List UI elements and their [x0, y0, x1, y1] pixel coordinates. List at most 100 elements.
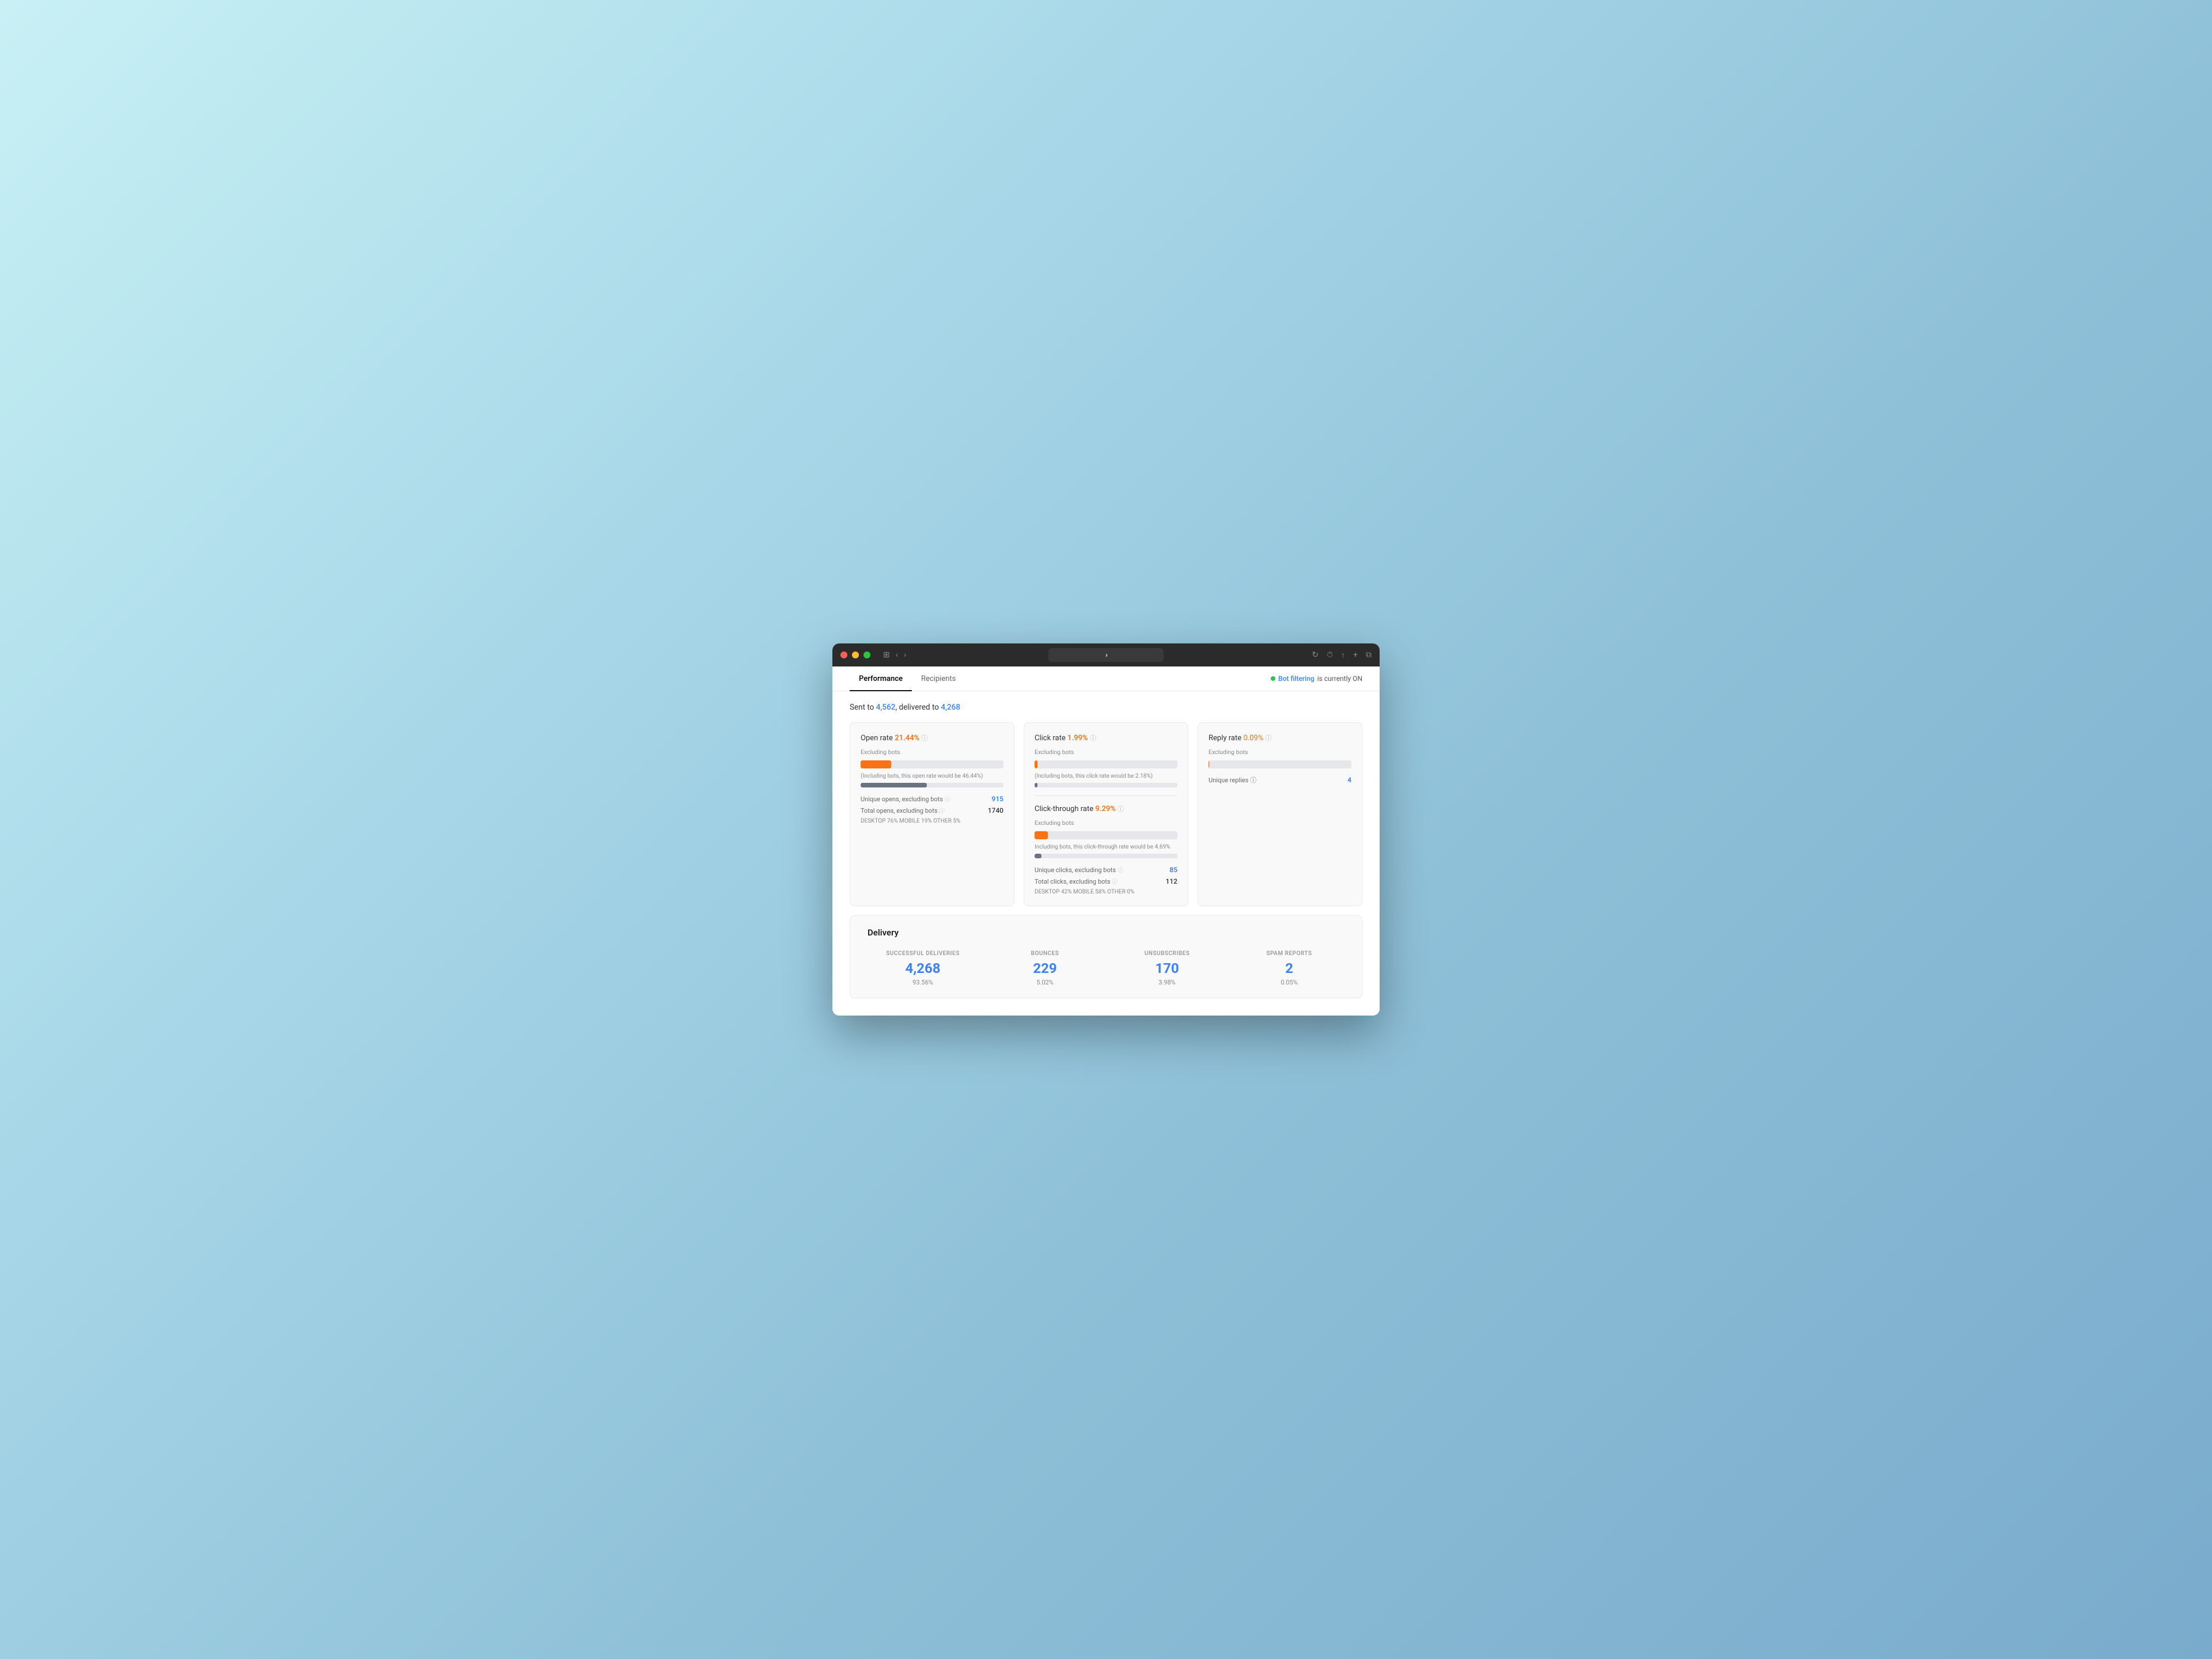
content-area: Performance Recipients Bot filtering is … — [832, 666, 1380, 1016]
unsubscribes-label: UNSUBSCRIBES — [1112, 950, 1222, 957]
reply-rate-title: Reply rate 0.09% ⓘ — [1209, 733, 1351, 743]
reply-rate-info-icon[interactable]: ⓘ — [1265, 734, 1271, 742]
click-rate-including-bots-bar — [1035, 783, 1177, 787]
sent-prefix: Sent to — [850, 703, 876, 712]
open-rate-progress-bar — [861, 760, 1003, 768]
open-rate-including-bots-fill — [861, 783, 927, 787]
unique-replies-info-icon[interactable]: ⓘ — [1250, 777, 1256, 784]
ctr-including-bots-note: Including bots, this click-through rate … — [1035, 844, 1177, 850]
ctr-progress-fill — [1035, 831, 1048, 839]
bounces-stat: BOUNCES 229 5.02% — [990, 950, 1100, 986]
half-circle-icon: ◑ — [1104, 651, 1108, 659]
bot-filtering-suffix: is currently ON — [1317, 675, 1362, 683]
sent-delivered-info: Sent to 4,562, delivered to 4,268 — [850, 703, 1362, 712]
open-rate-excluding-bots: Excluding bots — [861, 748, 1003, 756]
ctr-including-bots-fill — [1035, 854, 1041, 858]
ctr-excluding-bots: Excluding bots — [1035, 819, 1177, 827]
delivered-value: 4,268 — [941, 703, 960, 712]
reply-rate-value: 0.09% — [1243, 734, 1263, 743]
tab-recipients[interactable]: Recipients — [912, 666, 965, 691]
nav-back-icon[interactable]: ‹ — [896, 650, 898, 660]
bounces-value: 229 — [990, 960, 1100, 976]
unique-clicks-info-icon[interactable]: ⓘ — [1118, 868, 1123, 874]
unsubscribes-value: 170 — [1112, 960, 1222, 976]
open-rate-including-bots-bar — [861, 783, 1003, 787]
unique-replies-value: 4 — [1347, 776, 1351, 784]
unique-replies-row: Unique replies ⓘ 4 — [1209, 775, 1351, 785]
sidebar-toggle-icon[interactable]: ⊞ — [883, 650, 890, 660]
successful-deliveries-label: SUCCESSFUL DELIVERIES — [868, 950, 978, 957]
tab-performance[interactable]: Performance — [850, 666, 912, 691]
tabs-bar: Performance Recipients Bot filtering is … — [832, 666, 1380, 691]
click-rate-info-icon[interactable]: ⓘ — [1090, 734, 1096, 742]
click-rate-including-bots-note: (Including bots, this click rate would b… — [1035, 773, 1177, 779]
delivery-card: Delivery SUCCESSFUL DELIVERIES 4,268 93.… — [850, 915, 1362, 998]
click-rate-progress-fill — [1035, 760, 1037, 768]
open-rate-card: Open rate 21.44% ⓘ Excluding bots (Inclu… — [850, 722, 1014, 906]
click-rate-progress-bar — [1035, 760, 1177, 768]
traffic-light-red[interactable] — [840, 652, 847, 658]
open-rate-label: Open rate — [861, 734, 893, 743]
delivery-stats: SUCCESSFUL DELIVERIES 4,268 93.56% BOUNC… — [868, 950, 1344, 986]
bot-filtering-badge: Bot filtering is currently ON — [1271, 675, 1362, 683]
click-rate-card: Click rate 1.99% ⓘ Excluding bots (Inclu… — [1024, 722, 1188, 906]
unique-clicks-row: Unique clicks, excluding bots ⓘ 85 — [1035, 865, 1177, 874]
successful-deliveries-stat: SUCCESSFUL DELIVERIES 4,268 93.56% — [868, 950, 978, 986]
unique-replies-label: Unique replies ⓘ — [1209, 775, 1256, 785]
bot-filtering-link[interactable]: Bot filtering — [1278, 675, 1315, 683]
unique-clicks-value: 85 — [1169, 866, 1177, 874]
total-clicks-label: Total clicks, excluding bots ⓘ — [1035, 877, 1118, 885]
open-rate-title: Open rate 21.44% ⓘ — [861, 733, 1003, 743]
ctr-title: Click-through rate 9.29% ⓘ — [1035, 804, 1177, 813]
total-clicks-info-icon[interactable]: ⓘ — [1112, 879, 1118, 885]
successful-deliveries-value: 4,268 — [868, 960, 978, 976]
total-opens-info-icon[interactable]: ⓘ — [939, 808, 945, 815]
open-rate-value: 21.44% — [895, 734, 919, 743]
open-rate-info-icon[interactable]: ⓘ — [921, 734, 927, 742]
ctr-label: Click-through rate — [1035, 805, 1093, 813]
click-rate-including-bots-fill — [1035, 783, 1037, 787]
open-rate-device-breakdown: DESKTOP 76% MOBILE 19% OTHER 5% — [861, 818, 1003, 824]
ctr-info-icon[interactable]: ⓘ — [1118, 805, 1124, 813]
refresh-icon[interactable]: ↻ — [1312, 650, 1319, 660]
successful-deliveries-pct: 93.56% — [868, 979, 978, 986]
sent-value: 4,562 — [876, 703, 896, 712]
open-rate-progress-fill — [861, 760, 891, 768]
delivery-title: Delivery — [868, 927, 1344, 938]
ctr-including-bots-bar — [1035, 854, 1177, 858]
delivered-prefix: , delivered to — [895, 703, 941, 712]
unique-opens-value: 915 — [991, 795, 1003, 803]
reply-rate-label: Reply rate — [1209, 734, 1241, 743]
traffic-light-yellow[interactable] — [852, 652, 859, 658]
click-rate-value: 1.99% — [1067, 734, 1088, 743]
open-rate-including-bots-note: (Including bots, this open rate would be… — [861, 773, 1003, 779]
spam-reports-label: SPAM REPORTS — [1234, 950, 1344, 957]
tabs-icon[interactable]: ⧉ — [1366, 650, 1372, 660]
traffic-light-green[interactable] — [863, 652, 870, 658]
reply-rate-card: Reply rate 0.09% ⓘ Excluding bots Unique… — [1198, 722, 1362, 906]
unique-opens-info-icon[interactable]: ⓘ — [945, 797, 950, 803]
unique-opens-row: Unique opens, excluding bots ⓘ 915 — [861, 794, 1003, 803]
title-bar: ⊞ ‹ › ◑ ↻ ⏱ ↑ + ⧉ — [832, 643, 1380, 666]
new-tab-icon[interactable]: + — [1353, 650, 1358, 660]
address-bar[interactable]: ◑ — [1048, 648, 1164, 662]
unique-opens-label: Unique opens, excluding bots ⓘ — [861, 794, 950, 803]
share-icon[interactable]: ↑ — [1341, 650, 1345, 660]
bot-filtering-dot — [1271, 676, 1275, 681]
click-rate-excluding-bots: Excluding bots — [1035, 748, 1177, 756]
unique-clicks-label: Unique clicks, excluding bots ⓘ — [1035, 865, 1123, 874]
ctr-progress-bar — [1035, 831, 1177, 839]
total-clicks-row: Total clicks, excluding bots ⓘ 112 — [1035, 877, 1177, 885]
spam-reports-pct: 0.05% — [1234, 979, 1344, 986]
metrics-cards-grid: Open rate 21.44% ⓘ Excluding bots (Inclu… — [850, 722, 1362, 906]
ctr-device-breakdown: DESKTOP 42% MOBILE 58% OTHER 0% — [1035, 889, 1177, 895]
nav-forward-icon[interactable]: › — [904, 650, 906, 660]
click-rate-label: Click rate — [1035, 734, 1066, 743]
unsubscribes-stat: UNSUBSCRIBES 170 3.98% — [1112, 950, 1222, 986]
total-opens-value: 1740 — [988, 806, 1003, 815]
spam-reports-value: 2 — [1234, 960, 1344, 976]
browser-window: ⊞ ‹ › ◑ ↻ ⏱ ↑ + ⧉ Performance Recipients… — [832, 643, 1380, 1016]
bounces-pct: 5.02% — [990, 979, 1100, 986]
main-content: Sent to 4,562, delivered to 4,268 Open r… — [832, 691, 1380, 1016]
clock-icon[interactable]: ⏱ — [1327, 650, 1333, 660]
